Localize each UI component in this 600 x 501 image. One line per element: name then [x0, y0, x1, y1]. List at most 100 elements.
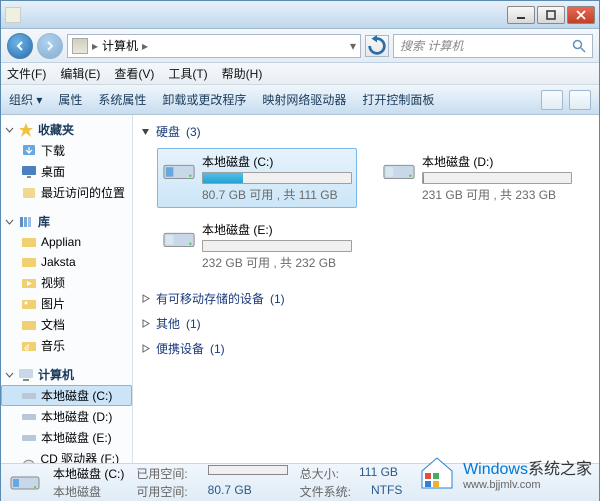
cd-icon — [21, 458, 36, 464]
refresh-icon — [366, 35, 388, 57]
help-button[interactable] — [569, 90, 591, 110]
explorer-window: ▸ 计算机 ▸ ▾ 搜索 计算机 文件(F) 编辑(E) 查看(V) 工具(T)… — [0, 0, 600, 501]
menu-tools[interactable]: 工具(T) — [168, 65, 207, 82]
house-logo-icon — [417, 453, 457, 493]
star-icon — [18, 122, 34, 138]
drives-list: 本地磁盘 (C:) 80.7 GB 可用 , 共 111 GB 本地磁盘 (D:… — [141, 144, 591, 286]
capacity-bar — [202, 240, 352, 252]
drive-name: 本地磁盘 (E:) — [202, 221, 352, 238]
control-panel-button[interactable]: 打开控制面板 — [362, 91, 434, 108]
libraries-group: 库 Applian Jaksta 视频 图片 文档 音乐 — [1, 211, 132, 356]
sidebar-item-downloads[interactable]: 下载 — [1, 140, 132, 161]
total-label: 总大小: — [300, 465, 339, 482]
forward-button[interactable] — [37, 33, 63, 59]
sidebar-item-cd-drive[interactable]: CD 驱动器 (F:) H — [1, 448, 132, 463]
drive-large-icon — [9, 467, 41, 499]
window-controls — [507, 6, 595, 24]
triangle-down-icon — [141, 127, 150, 136]
sidebar-item-drive-d[interactable]: 本地磁盘 (D:) — [1, 406, 132, 427]
music-icon — [21, 338, 37, 354]
triangle-right-icon — [141, 294, 150, 303]
watermark-brand-1: Windows — [463, 461, 528, 478]
computer-header[interactable]: 计算机 — [1, 364, 132, 385]
watermark-brand-2: 系统之家 — [528, 461, 592, 478]
drive-info: 232 GB 可用 , 共 232 GB — [202, 254, 352, 271]
fs-value: NTFS — [371, 483, 402, 500]
menu-help[interactable]: 帮助(H) — [222, 65, 263, 82]
view-options-button[interactable] — [541, 90, 563, 110]
window-icon — [5, 7, 21, 23]
favorites-label: 收藏夹 — [38, 121, 74, 138]
used-label: 已用空间: — [136, 465, 187, 482]
sidebar-item-pictures[interactable]: 图片 — [1, 293, 132, 314]
sidebar-item-recent[interactable]: 最近访问的位置 — [1, 182, 132, 203]
drive-name: 本地磁盘 (C:) — [202, 153, 352, 170]
drive-name: 本地磁盘 (D:) — [422, 153, 572, 170]
sidebar-item-jaksta[interactable]: Jaksta — [1, 252, 132, 272]
sidebar-item-music[interactable]: 音乐 — [1, 335, 132, 356]
drive-icon — [21, 430, 37, 446]
properties-button[interactable]: 属性 — [58, 91, 82, 108]
computer-icon — [72, 38, 88, 54]
main-pane: 硬盘 (3) 本地磁盘 (C:) 80.7 GB 可用 , 共 111 GB 本… — [133, 115, 599, 463]
refresh-button[interactable] — [365, 35, 389, 57]
free-value: 80.7 GB — [208, 483, 252, 500]
recent-icon — [21, 185, 37, 201]
drive-info: 80.7 GB 可用 , 共 111 GB — [202, 186, 352, 203]
computer-label: 计算机 — [38, 366, 74, 383]
desktop-icon — [21, 164, 37, 180]
sidebar-item-drive-c[interactable]: 本地磁盘 (C:) — [1, 385, 132, 406]
group-hdd-header[interactable]: 硬盘 (3) — [141, 119, 591, 144]
breadcrumb-root[interactable]: 计算机 — [102, 37, 138, 54]
map-drive-button[interactable]: 映射网络驱动器 — [262, 91, 346, 108]
drive-item[interactable]: 本地磁盘 (E:) 232 GB 可用 , 共 232 GB — [157, 216, 357, 276]
watermark-url: www.bjjmlv.com — [463, 479, 592, 491]
chevron-down-icon — [5, 370, 14, 379]
back-button[interactable] — [7, 33, 33, 59]
menu-view[interactable]: 查看(V) — [114, 65, 154, 82]
close-button[interactable] — [567, 6, 595, 24]
sidebar-item-videos[interactable]: 视频 — [1, 272, 132, 293]
computer-icon — [18, 367, 34, 383]
watermark: Windows系统之家 www.bjjmlv.com — [417, 453, 592, 493]
triangle-right-icon — [141, 344, 150, 353]
sidebar-item-documents[interactable]: 文档 — [1, 314, 132, 335]
breadcrumb-separator-icon: ▸ — [92, 39, 98, 53]
address-bar[interactable]: ▸ 计算机 ▸ ▾ — [67, 34, 361, 58]
nav-toolbar: ▸ 计算机 ▸ ▾ 搜索 计算机 — [1, 29, 599, 63]
uninstall-button[interactable]: 卸载或更改程序 — [162, 91, 246, 108]
group-other-header[interactable]: 其他 (1) — [141, 311, 591, 336]
libraries-header[interactable]: 库 — [1, 211, 132, 232]
system-properties-button[interactable]: 系统属性 — [98, 91, 146, 108]
capacity-bar — [422, 172, 572, 184]
menu-edit[interactable]: 编辑(E) — [60, 65, 100, 82]
organize-button[interactable]: 组织 ▾ — [9, 91, 42, 108]
minimize-button[interactable] — [507, 6, 535, 24]
computer-group: 计算机 本地磁盘 (C:) 本地磁盘 (D:) 本地磁盘 (E:) CD 驱动器… — [1, 364, 132, 463]
sidebar-item-desktop[interactable]: 桌面 — [1, 161, 132, 182]
search-icon — [572, 39, 586, 53]
document-icon — [21, 317, 37, 333]
search-placeholder: 搜索 计算机 — [400, 37, 463, 54]
titlebar — [1, 1, 599, 29]
drive-icon — [162, 221, 196, 257]
status-title: 本地磁盘 (C:) — [53, 465, 124, 482]
libraries-label: 库 — [38, 213, 50, 230]
dropdown-icon[interactable]: ▾ — [350, 39, 356, 53]
group-portable-header[interactable]: 便携设备 (1) — [141, 336, 591, 361]
drive-icon — [162, 153, 196, 189]
maximize-button[interactable] — [537, 6, 565, 24]
group-removable-header[interactable]: 有可移动存储的设备 (1) — [141, 286, 591, 311]
capacity-bar — [202, 172, 352, 184]
search-box[interactable]: 搜索 计算机 — [393, 34, 593, 58]
chevron-down-icon — [5, 217, 14, 226]
sidebar-item-applian[interactable]: Applian — [1, 232, 132, 252]
drive-item[interactable]: 本地磁盘 (C:) 80.7 GB 可用 , 共 111 GB — [157, 148, 357, 208]
menu-file[interactable]: 文件(F) — [7, 65, 46, 82]
favorites-header[interactable]: 收藏夹 — [1, 119, 132, 140]
favorites-group: 收藏夹 下载 桌面 最近访问的位置 — [1, 119, 132, 203]
folder-icon — [21, 234, 37, 250]
drive-item[interactable]: 本地磁盘 (D:) 231 GB 可用 , 共 233 GB — [377, 148, 577, 208]
library-icon — [18, 214, 34, 230]
sidebar-item-drive-e[interactable]: 本地磁盘 (E:) — [1, 427, 132, 448]
